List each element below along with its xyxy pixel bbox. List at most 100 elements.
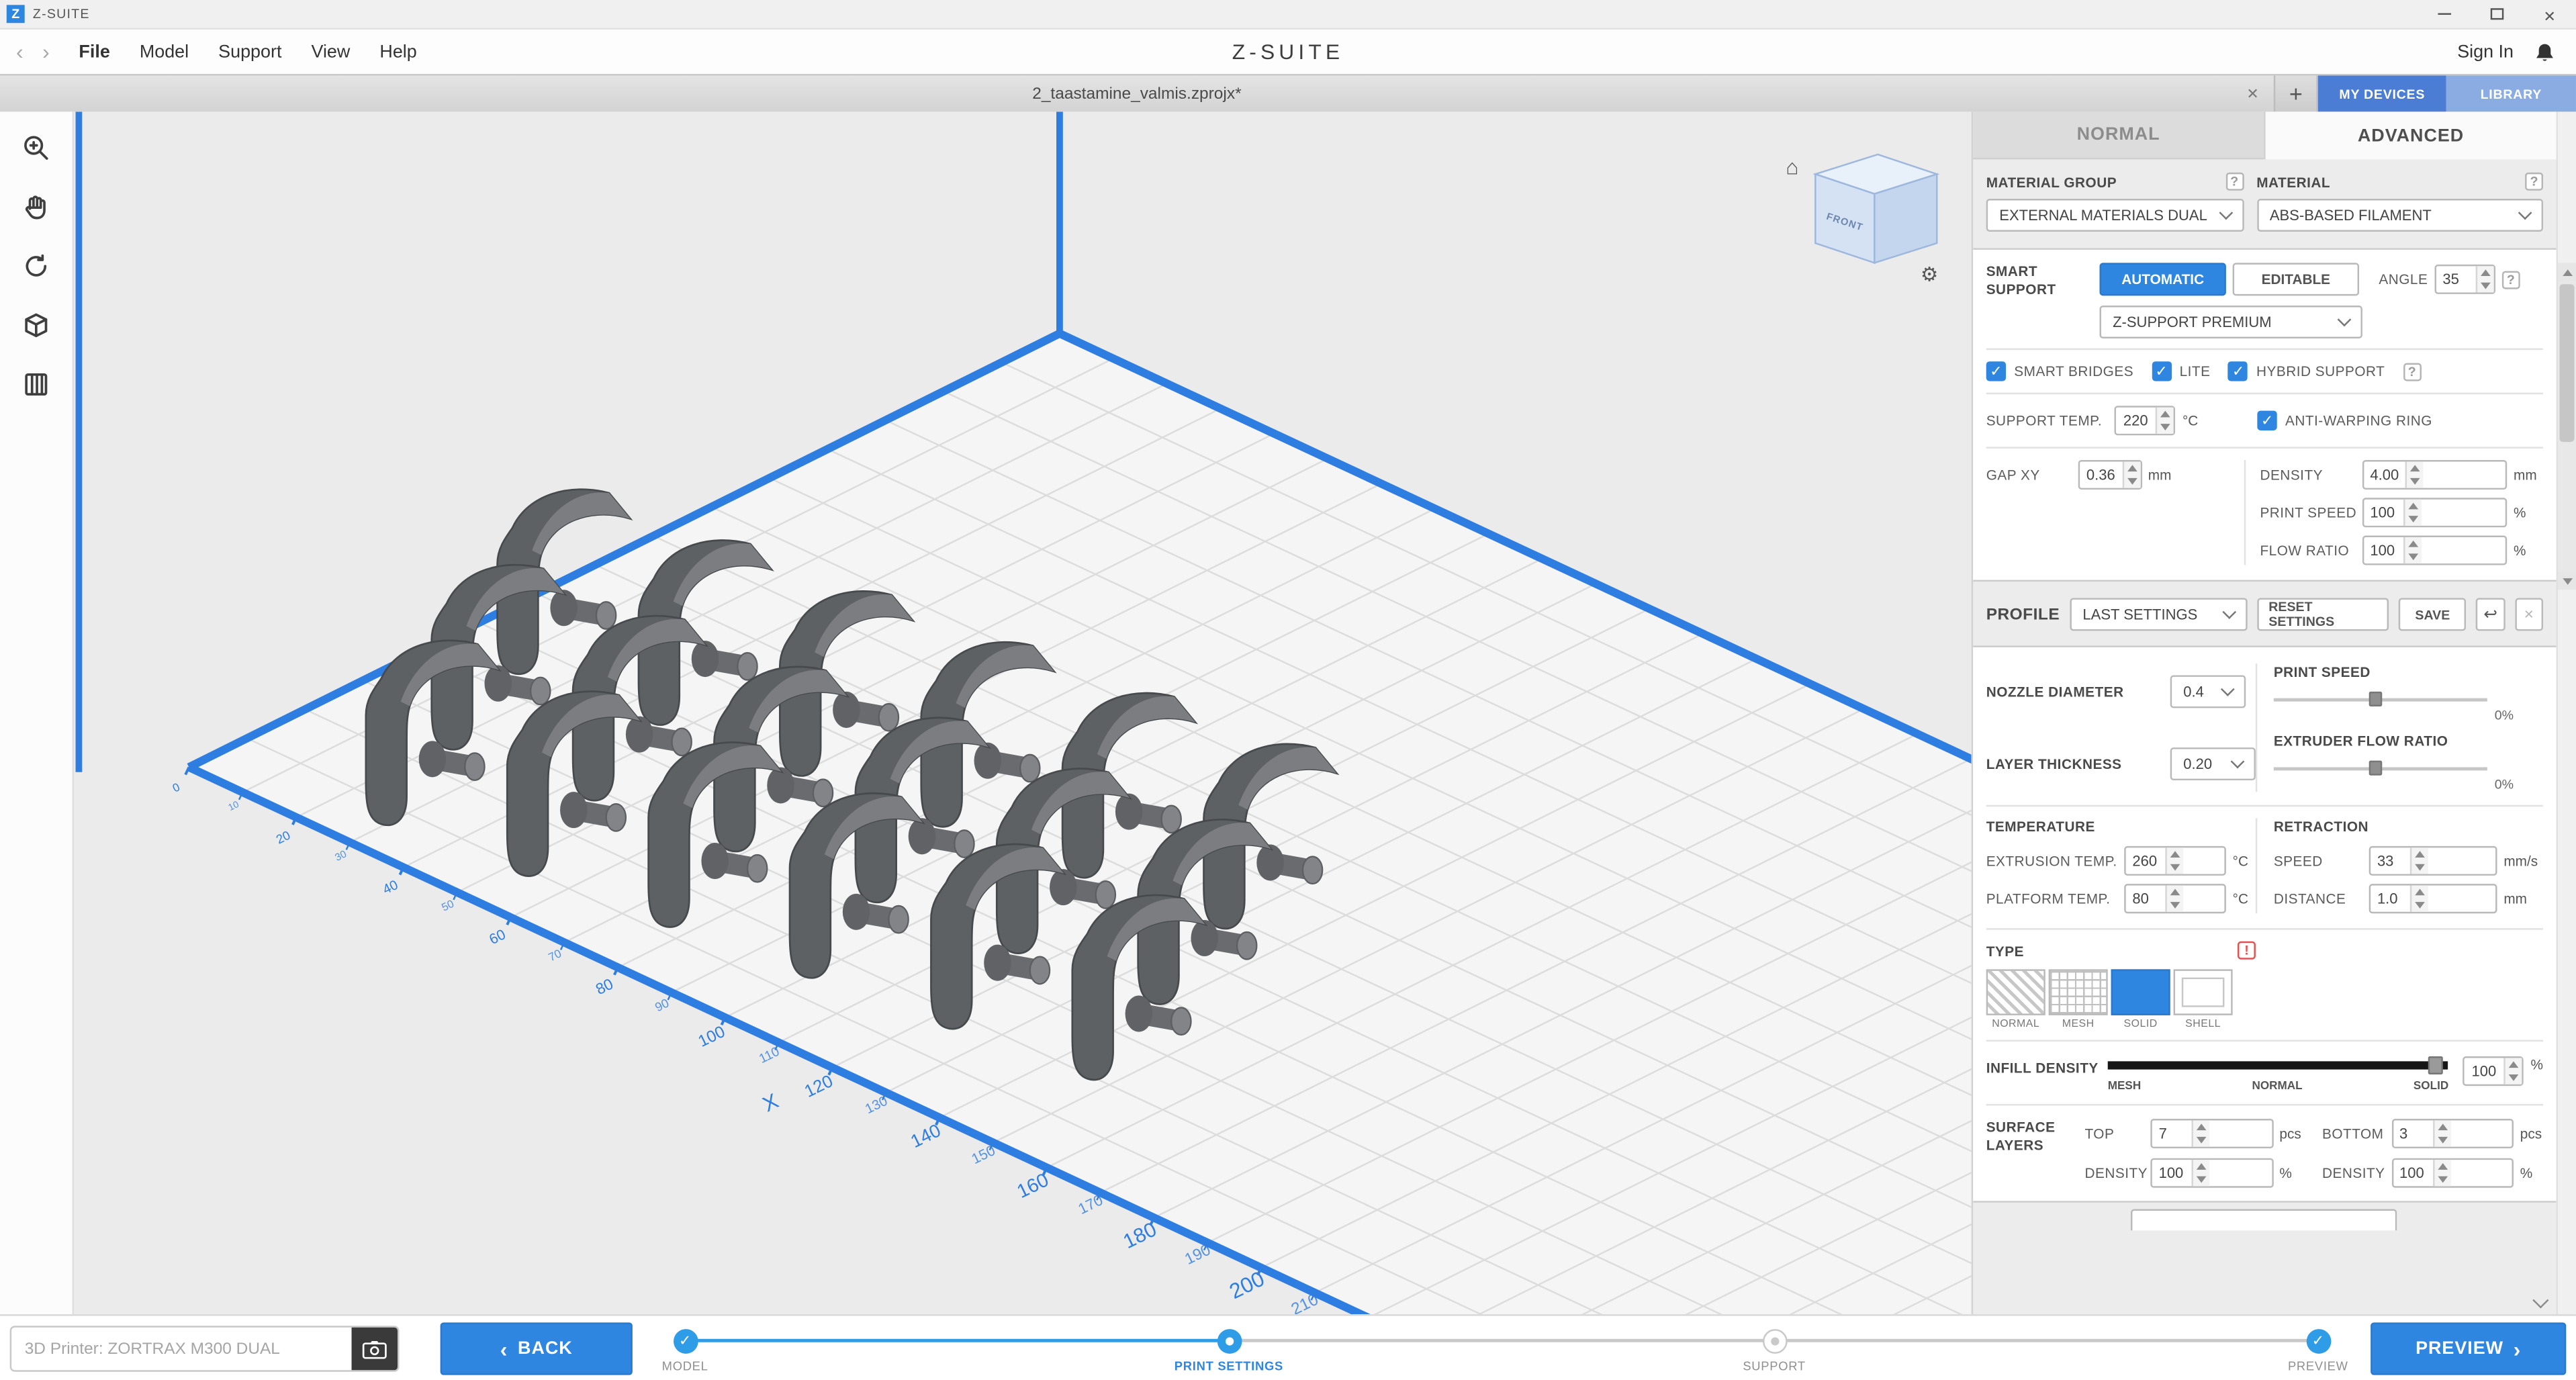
platform-temp-spinner[interactable]: 80 xyxy=(2124,884,2226,913)
surface-bottom-spinner[interactable]: 3 xyxy=(2391,1119,2514,1148)
nav-forward-icon[interactable]: › xyxy=(33,40,59,64)
minimize-button[interactable] xyxy=(2418,0,2471,28)
support-density-value[interactable]: 4.00 xyxy=(2364,461,2405,488)
tab-normal[interactable]: NORMAL xyxy=(1973,111,2264,159)
tab-advanced[interactable]: ADVANCED xyxy=(2264,111,2556,159)
spinner-up-icon[interactable] xyxy=(2477,266,2493,279)
spinner-arrows[interactable] xyxy=(2165,886,2183,912)
support-type-select[interactable]: Z-SUPPORT PREMIUM xyxy=(2099,306,2362,338)
panel-scrollbar[interactable] xyxy=(2557,111,2576,1314)
slider-handle[interactable] xyxy=(2369,761,2383,776)
view-cube[interactable]: ⌂ FRONT ⚙ xyxy=(1786,154,1938,285)
spinner-down-icon[interactable] xyxy=(2123,475,2140,488)
hybrid-support-help-icon[interactable]: ? xyxy=(2403,362,2421,380)
gap-xy-value[interactable]: 0.36 xyxy=(2080,461,2121,488)
orientation-tool-button[interactable] xyxy=(16,306,56,345)
step-model[interactable]: MODEL xyxy=(578,1329,792,1373)
spinner-arrows[interactable] xyxy=(2405,461,2424,488)
spinner-up-icon[interactable] xyxy=(2193,1120,2209,1134)
camera-button[interactable] xyxy=(352,1326,398,1371)
3d-viewport[interactable]: 0102030405060708090100110120130140150160… xyxy=(74,111,1972,1314)
zoom-tool-button[interactable] xyxy=(16,128,56,168)
support-print-speed-spinner[interactable]: 100 xyxy=(2362,498,2507,527)
scroll-up-icon[interactable] xyxy=(2558,263,2576,281)
surface-bottom-value[interactable]: 3 xyxy=(2393,1120,2432,1146)
support-editable-button[interactable]: EDITABLE xyxy=(2233,263,2359,295)
surface-top-density-spinner[interactable]: 100 xyxy=(2150,1158,2272,1188)
spinner-arrows[interactable] xyxy=(2475,266,2493,292)
spinner-down-icon[interactable] xyxy=(2167,899,2183,912)
material-group-select[interactable]: EXTERNAL MATERIALS DUAL xyxy=(1986,199,2244,232)
step-support[interactable]: SUPPORT xyxy=(1667,1329,1881,1373)
spinner-arrows[interactable] xyxy=(2191,1120,2209,1146)
gap-xy-spinner[interactable]: 0.36 xyxy=(2078,460,2142,490)
spinner-arrows[interactable] xyxy=(2432,1120,2450,1146)
spinner-arrows[interactable] xyxy=(2403,500,2421,526)
spinner-arrows[interactable] xyxy=(2191,1160,2209,1186)
spinner-arrows[interactable] xyxy=(2156,408,2174,434)
spinner-up-icon[interactable] xyxy=(2123,461,2140,475)
spinner-down-icon[interactable] xyxy=(2158,420,2174,434)
new-tab-button[interactable] xyxy=(2275,76,2318,112)
spinner-up-icon[interactable] xyxy=(2411,886,2428,899)
print-speed-slider[interactable] xyxy=(2274,692,2487,706)
save-profile-button[interactable]: SAVE xyxy=(2399,598,2467,631)
document-tab[interactable]: 2_taastamine_valmis.zprojx* xyxy=(0,76,2275,112)
material-help-icon[interactable]: ? xyxy=(2525,173,2543,191)
surface-bottom-density-value[interactable]: 100 xyxy=(2393,1160,2432,1186)
nozzle-diameter-select[interactable]: 0.4 xyxy=(2170,676,2246,708)
menu-help[interactable]: Help xyxy=(379,42,416,61)
spinner-arrows[interactable] xyxy=(2403,537,2421,563)
extruder-flow-slider[interactable] xyxy=(2274,761,2487,776)
spinner-up-icon[interactable] xyxy=(2193,1160,2209,1173)
spinner-down-icon[interactable] xyxy=(2405,551,2421,564)
hybrid-support-checkbox[interactable]: HYBRID SUPPORT xyxy=(2228,361,2385,381)
spinner-arrows[interactable] xyxy=(2165,847,2183,874)
step-print-settings[interactable]: PRINT SETTINGS xyxy=(1122,1329,1336,1373)
menu-model[interactable]: Model xyxy=(140,42,189,61)
support-density-spinner[interactable]: 4.00 xyxy=(2362,460,2507,490)
infill-density-spinner[interactable]: 100 xyxy=(2463,1056,2524,1086)
angle-help-icon[interactable]: ? xyxy=(2501,270,2520,288)
anti-warping-checkbox[interactable]: ANTI-WARPING RING xyxy=(2257,411,2432,430)
smart-bridges-checkbox[interactable]: SMART BRIDGES xyxy=(1986,361,2133,381)
support-temp-value[interactable]: 220 xyxy=(2117,408,2156,434)
angle-value[interactable]: 35 xyxy=(2436,266,2476,292)
spinner-up-icon[interactable] xyxy=(2407,461,2423,475)
spinner-down-icon[interactable] xyxy=(2167,861,2183,874)
maximize-button[interactable] xyxy=(2471,0,2523,28)
viewport-settings-gear-icon[interactable]: ⚙ xyxy=(1921,263,1938,285)
material-select[interactable]: ABS-BASED FILAMENT xyxy=(2256,199,2543,232)
menu-view[interactable]: View xyxy=(311,42,350,61)
slider-handle[interactable] xyxy=(2369,692,2383,706)
surface-bottom-density-spinner[interactable]: 100 xyxy=(2391,1158,2514,1188)
profile-select[interactable]: LAST SETTINGS xyxy=(2070,598,2248,631)
retraction-distance-value[interactable]: 1.0 xyxy=(2371,886,2410,912)
spinner-arrows[interactable] xyxy=(2432,1160,2450,1186)
material-group-help-icon[interactable]: ? xyxy=(2225,173,2244,191)
home-view-icon[interactable]: ⌂ xyxy=(1786,154,1798,179)
surface-top-density-value[interactable]: 100 xyxy=(2152,1160,2192,1186)
platform-temp-value[interactable]: 80 xyxy=(2126,886,2166,912)
infill-solid-swatch-selected[interactable] xyxy=(2111,969,2170,1015)
spinner-down-icon[interactable] xyxy=(2405,512,2421,526)
infill-type-option-solid[interactable]: SOLID xyxy=(2111,969,2170,1030)
flow-ratio-value[interactable]: 100 xyxy=(2364,537,2403,563)
library-button[interactable]: LIBRARY xyxy=(2446,76,2576,112)
sign-in-link[interactable]: Sign In xyxy=(2457,42,2514,61)
infill-density-value[interactable]: 100 xyxy=(2465,1058,2505,1084)
infill-type-option-normal[interactable]: NORMAL xyxy=(1986,969,2045,1030)
support-print-speed-value[interactable]: 100 xyxy=(2364,500,2403,526)
spinner-up-icon[interactable] xyxy=(2411,847,2428,861)
scroll-down-icon[interactable] xyxy=(2558,571,2576,590)
retraction-speed-spinner[interactable]: 33 xyxy=(2369,846,2497,876)
infill-density-slider[interactable] xyxy=(2108,1056,2448,1074)
support-automatic-button[interactable]: AUTOMATIC xyxy=(2099,263,2225,295)
preview-button[interactable]: PREVIEW › xyxy=(2371,1322,2566,1375)
spinner-down-icon[interactable] xyxy=(2434,1134,2450,1147)
spinner-down-icon[interactable] xyxy=(2411,861,2428,874)
spinner-arrows[interactable] xyxy=(2410,847,2428,874)
spinner-up-icon[interactable] xyxy=(2167,847,2183,861)
reset-settings-button[interactable]: RESET SETTINGS xyxy=(2257,598,2389,631)
menu-support[interactable]: Support xyxy=(218,42,281,61)
